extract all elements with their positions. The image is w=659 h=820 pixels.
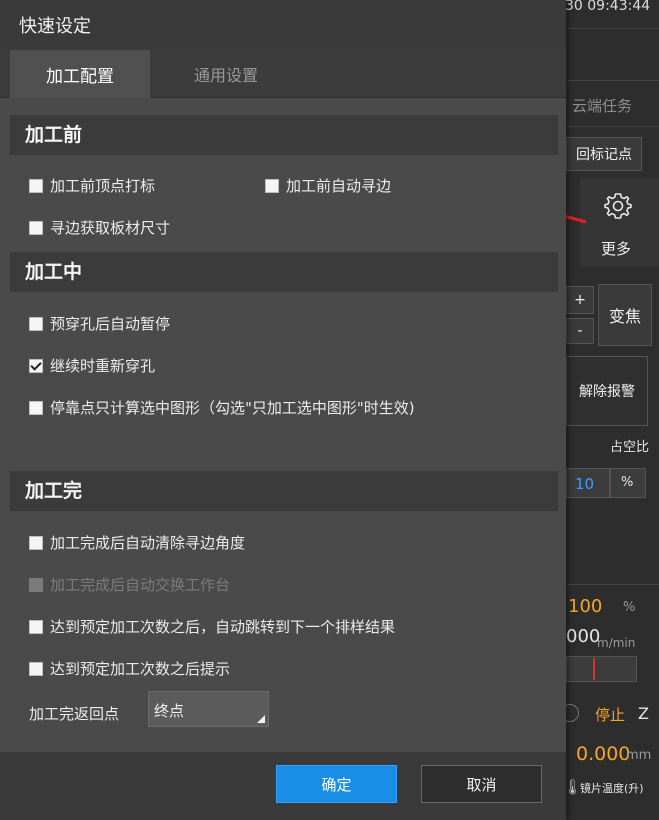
dialog-content xyxy=(0,98,566,752)
option-label: 加工前自动寻边 xyxy=(286,177,392,195)
duty-ratio-label: 占空比 xyxy=(610,440,650,455)
cancel-button[interactable]: 取消 xyxy=(421,765,542,803)
zoom-button[interactable]: 变焦 xyxy=(598,284,652,346)
plus-button[interactable]: + xyxy=(566,286,594,314)
checkbox[interactable] xyxy=(29,535,43,550)
checkbox-disabled xyxy=(29,577,43,592)
percent-label: % xyxy=(623,600,636,615)
checkbox[interactable] xyxy=(29,220,43,235)
quick-settings-dialog: 快速设定 加工配置 通用设置 加工前 加工前顶点打标 加工前自动寻边 寻边获取板… xyxy=(0,0,566,820)
checkbox[interactable] xyxy=(29,400,43,415)
divider xyxy=(567,126,659,127)
option-auto-edge-finding[interactable]: 加工前自动寻边 xyxy=(265,175,391,196)
gear-icon xyxy=(604,193,632,219)
minus-button[interactable]: - xyxy=(566,318,594,344)
divider xyxy=(567,584,659,585)
ok-button[interactable]: 确定 xyxy=(276,765,397,803)
option-prompt-after-count[interactable]: 达到预定加工次数之后提示 xyxy=(29,658,230,679)
axis-z-label: Z xyxy=(638,704,649,723)
checkbox[interactable] xyxy=(29,619,43,634)
release-alarm-button[interactable]: 解除报警 xyxy=(566,356,648,426)
option-repierce-on-continue[interactable]: 继续时重新穿孔 xyxy=(29,355,155,376)
divider xyxy=(567,80,659,81)
option-label: 加工前顶点打标 xyxy=(50,177,156,195)
dialog-titlebar[interactable]: 快速设定 xyxy=(0,0,566,50)
stop-label: 停止 xyxy=(595,706,626,724)
dropdown-corner-icon xyxy=(257,715,265,723)
speed-unit: m/min xyxy=(597,636,636,650)
lens-temperature-label: 镜片温度(升) xyxy=(580,782,644,795)
progress-marker xyxy=(593,658,595,680)
return-point-label: 加工完返回点 xyxy=(29,705,120,723)
option-label: 预穿孔后自动暂停 xyxy=(50,315,171,333)
option-label: 停靠点只计算选中图形（勾选"只加工选中图形"时生效) xyxy=(50,399,415,417)
option-label: 加工完成后自动清除寻边角度 xyxy=(50,534,246,552)
divider xyxy=(567,28,659,29)
progress-track xyxy=(566,656,637,682)
dialog-title: 快速设定 xyxy=(19,16,91,37)
tab-general-settings[interactable]: 通用设置 xyxy=(156,50,296,98)
checkbox[interactable] xyxy=(265,178,279,193)
checkbox-checked[interactable] xyxy=(29,358,43,373)
option-label: 寻边获取板材尺寸 xyxy=(50,219,171,237)
option-label: 达到预定加工次数之后，自动跳转到下一个排样结果 xyxy=(50,618,396,636)
clock: 30 09:43:44 xyxy=(565,0,651,14)
option-pause-after-prepierce[interactable]: 预穿孔后自动暂停 xyxy=(29,313,170,334)
section-header-after: 加工完 xyxy=(10,471,558,511)
return-point-value: 终点 xyxy=(154,702,185,720)
section-header-during: 加工中 xyxy=(10,252,558,292)
checkbox[interactable] xyxy=(29,316,43,331)
tab-processing-config[interactable]: 加工配置 xyxy=(10,50,150,98)
return-mark-button[interactable]: 回标记点 xyxy=(566,137,642,171)
checkbox[interactable] xyxy=(29,178,43,193)
z-unit: mm xyxy=(626,748,652,763)
tab-bar: 加工配置 通用设置 xyxy=(0,50,566,98)
checkbox[interactable] xyxy=(29,661,43,676)
option-label: 加工完成后自动交换工作台 xyxy=(50,576,231,594)
tab-cloud-tasks[interactable]: 云端任务 xyxy=(572,95,632,116)
option-jump-next-nesting[interactable]: 达到预定加工次数之后，自动跳转到下一个排样结果 xyxy=(29,616,395,637)
speed-percent: 100 xyxy=(568,596,603,617)
more-label: 更多 xyxy=(601,240,632,258)
option-label: 继续时重新穿孔 xyxy=(50,357,156,375)
percent-label: % xyxy=(621,475,634,490)
option-swap-worktable: 加工完成后自动交换工作台 xyxy=(29,574,230,595)
speed-value: 000 xyxy=(566,626,601,647)
z-value: 0.000 xyxy=(576,743,631,765)
option-vertex-marking[interactable]: 加工前顶点打标 xyxy=(29,175,155,196)
option-label: 达到预定加工次数之后提示 xyxy=(50,660,231,678)
section-header-before: 加工前 xyxy=(10,115,558,155)
option-clear-edge-angle[interactable]: 加工完成后自动清除寻边角度 xyxy=(29,532,245,553)
option-park-selected-only[interactable]: 停靠点只计算选中图形（勾选"只加工选中图形"时生效) xyxy=(29,397,415,418)
return-point-select[interactable]: 终点 xyxy=(148,691,269,727)
duty-ratio-value: 10 xyxy=(575,475,595,493)
option-edge-plate-size[interactable]: 寻边获取板材尺寸 xyxy=(29,217,170,238)
